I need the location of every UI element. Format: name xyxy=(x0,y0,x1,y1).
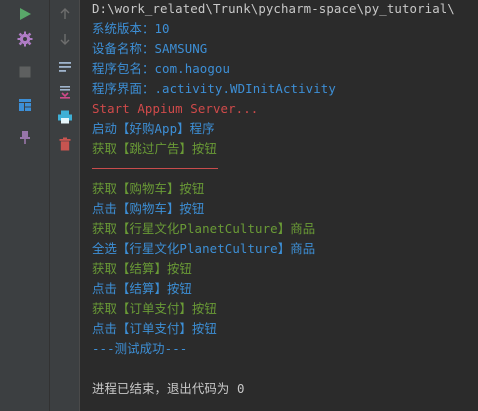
print-icon xyxy=(58,110,72,124)
soft-wrap-icon xyxy=(59,62,71,72)
console-line-click-order-pay: 点击【订单支付】按钮 xyxy=(92,321,217,336)
play-icon xyxy=(20,8,31,20)
previous-occurrence-button[interactable] xyxy=(54,3,76,25)
scroll-to-end-button[interactable] xyxy=(54,81,76,103)
restore-layout-button[interactable] xyxy=(14,94,36,116)
soft-wrap-button[interactable] xyxy=(54,56,76,78)
console-line-package-name: 程序包名：com.haogou xyxy=(92,61,231,76)
arrow-up-icon xyxy=(60,8,70,19)
stop-icon xyxy=(19,66,31,78)
console-line-get-product: 获取【行星文化PlanetCulture】商品 xyxy=(92,221,316,236)
pin-tab-button[interactable] xyxy=(14,126,36,148)
separator-line xyxy=(92,168,218,169)
next-occurrence-button[interactable] xyxy=(54,28,76,50)
stop-button[interactable] xyxy=(14,61,36,83)
console-line-activity: 程序界面：.activity.WDInitActivity xyxy=(92,81,336,96)
right-toolbar xyxy=(50,0,80,411)
arrow-down-icon xyxy=(60,34,70,45)
scroll-to-end-icon xyxy=(60,86,70,99)
console-line-test-success: ---测试成功--- xyxy=(92,341,188,356)
console-line-launch-app: 启动【好购App】程序 xyxy=(92,121,215,136)
rerun-button[interactable] xyxy=(14,3,36,25)
console-line-get-cart: 获取【购物车】按钮 xyxy=(92,181,205,196)
console-line-system-version: 系统版本：10 xyxy=(92,21,170,36)
left-toolbar xyxy=(0,0,50,411)
clear-all-button[interactable] xyxy=(54,133,76,155)
console-line-select-product: 全选【行星文化PlanetCulture】商品 xyxy=(92,241,316,256)
console-output[interactable]: D:\work_related\Trunk\pycharm-space\py_t… xyxy=(81,0,478,411)
console-line-device-name: 设备名称：SAMSUNG xyxy=(92,41,208,56)
console-line-command-path: D:\work_related\Trunk\pycharm-space\py_t… xyxy=(92,1,455,16)
gear-icon xyxy=(17,31,33,47)
console-line-click-checkout: 点击【结算】按钮 xyxy=(92,281,192,296)
print-button[interactable] xyxy=(54,106,76,128)
settings-button[interactable] xyxy=(14,28,36,50)
run-console-panel: D:\work_related\Trunk\pycharm-space\py_t… xyxy=(0,0,478,411)
layout-icon xyxy=(19,99,31,111)
console-line-click-cart: 点击【购物车】按钮 xyxy=(92,201,205,216)
console-line-get-checkout: 获取【结算】按钮 xyxy=(92,261,192,276)
console-line-get-skip-ad: 获取【跳过广告】按钮 xyxy=(92,141,217,156)
console-line-process-finished: 进程已结束，退出代码为 0 xyxy=(92,381,245,396)
console-line-start-server: Start Appium Server... xyxy=(92,101,259,116)
trash-icon xyxy=(59,137,71,151)
pin-icon xyxy=(20,131,30,144)
console-line-get-order-pay: 获取【订单支付】按钮 xyxy=(92,301,217,316)
